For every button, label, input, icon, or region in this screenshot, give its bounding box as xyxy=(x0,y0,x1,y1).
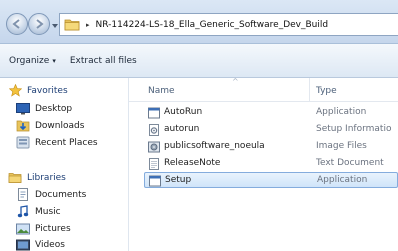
column-header-row: ^ Name Type xyxy=(129,77,398,102)
column-header-type[interactable]: Type xyxy=(316,86,337,96)
file-row-autorun-exe[interactable]: AutoRun Application xyxy=(144,105,398,121)
file-row-releasenote[interactable]: ReleaseNote Text Document xyxy=(144,156,398,172)
nav-item-label: Music xyxy=(35,206,61,217)
nav-item-pictures[interactable]: Pictures xyxy=(16,222,71,235)
folder-icon xyxy=(64,18,80,31)
nav-libraries-label: Libraries xyxy=(27,172,66,183)
nav-item-label: Downloads xyxy=(35,120,85,131)
file-list: ^ Name Type AutoRun Application autorun … xyxy=(129,77,398,251)
nav-item-videos[interactable]: Videos xyxy=(16,238,65,251)
nav-item-recent-places[interactable]: Recent Places xyxy=(16,136,98,149)
breadcrumb-separator-icon[interactable]: ▸ xyxy=(86,21,90,29)
file-row-setup[interactable]: Setup Application xyxy=(144,172,398,188)
documents-icon xyxy=(16,188,30,201)
breadcrumb-current-folder[interactable]: NR-114224-LS-18_Ella_Generic_Software_De… xyxy=(96,20,329,30)
extract-all-files-button[interactable]: Extract all files xyxy=(70,56,137,66)
nav-item-label: Pictures xyxy=(35,223,71,234)
sort-ascending-icon: ^ xyxy=(232,77,239,86)
command-toolbar: Organize ▾ Extract all files xyxy=(0,44,398,78)
file-type: Setup Informatio xyxy=(316,124,392,134)
organize-button[interactable]: Organize ▾ xyxy=(9,56,56,66)
file-name: AutoRun xyxy=(164,107,203,117)
recent-places-icon xyxy=(16,136,30,149)
application-icon xyxy=(148,107,160,119)
nav-item-label: Videos xyxy=(35,239,65,250)
nav-favorites[interactable]: Favorites xyxy=(8,84,68,97)
organize-label: Organize xyxy=(9,55,50,66)
nav-item-desktop[interactable]: Desktop xyxy=(16,102,72,115)
nav-libraries[interactable]: Libraries xyxy=(8,171,66,184)
nav-item-label: Desktop xyxy=(35,103,73,114)
file-type: Image Files xyxy=(316,141,367,151)
nav-item-label: Documents xyxy=(35,189,87,200)
star-icon xyxy=(8,84,22,97)
image-file-icon xyxy=(148,141,160,153)
column-divider[interactable] xyxy=(309,78,310,102)
chevron-down-icon: ▾ xyxy=(52,56,56,65)
column-header-name[interactable]: Name xyxy=(148,86,175,96)
file-name: ReleaseNote xyxy=(164,158,221,168)
recent-pages-dropdown-icon[interactable] xyxy=(52,21,58,31)
application-icon xyxy=(149,175,161,187)
arrow-left-icon xyxy=(12,19,20,29)
file-name: publicsoftware_noeula xyxy=(164,141,265,151)
file-type: Text Document xyxy=(316,158,384,168)
desktop-icon xyxy=(16,102,30,115)
forward-button[interactable] xyxy=(28,13,50,35)
address-bar-region: ▸ NR-114224-LS-18_Ella_Generic_Software_… xyxy=(0,0,398,44)
file-row-publicsoftware-noeula[interactable]: publicsoftware_noeula Image Files xyxy=(144,139,398,155)
music-icon xyxy=(16,205,30,218)
nav-item-documents[interactable]: Documents xyxy=(16,188,86,201)
libraries-icon xyxy=(8,171,22,184)
text-document-icon xyxy=(148,158,160,170)
file-name: autorun xyxy=(164,124,200,134)
navigation-pane: Favorites Desktop Downloads Recent Place… xyxy=(0,78,129,251)
file-type: Application xyxy=(317,175,368,185)
pictures-icon xyxy=(16,222,30,235)
nav-item-music[interactable]: Music xyxy=(16,205,61,218)
file-row-autorun-inf[interactable]: autorun Setup Informatio xyxy=(144,122,398,138)
arrow-right-icon xyxy=(36,19,44,29)
address-field[interactable]: ▸ NR-114224-LS-18_Ella_Generic_Software_… xyxy=(59,13,398,36)
videos-icon xyxy=(16,238,30,251)
back-button[interactable] xyxy=(6,13,28,35)
downloads-icon xyxy=(16,119,30,132)
file-name: Setup xyxy=(165,175,192,185)
setup-info-icon xyxy=(148,124,160,136)
nav-favorites-label: Favorites xyxy=(27,85,68,96)
nav-item-downloads[interactable]: Downloads xyxy=(16,119,84,132)
nav-item-label: Recent Places xyxy=(35,137,98,148)
file-type: Application xyxy=(316,107,367,117)
